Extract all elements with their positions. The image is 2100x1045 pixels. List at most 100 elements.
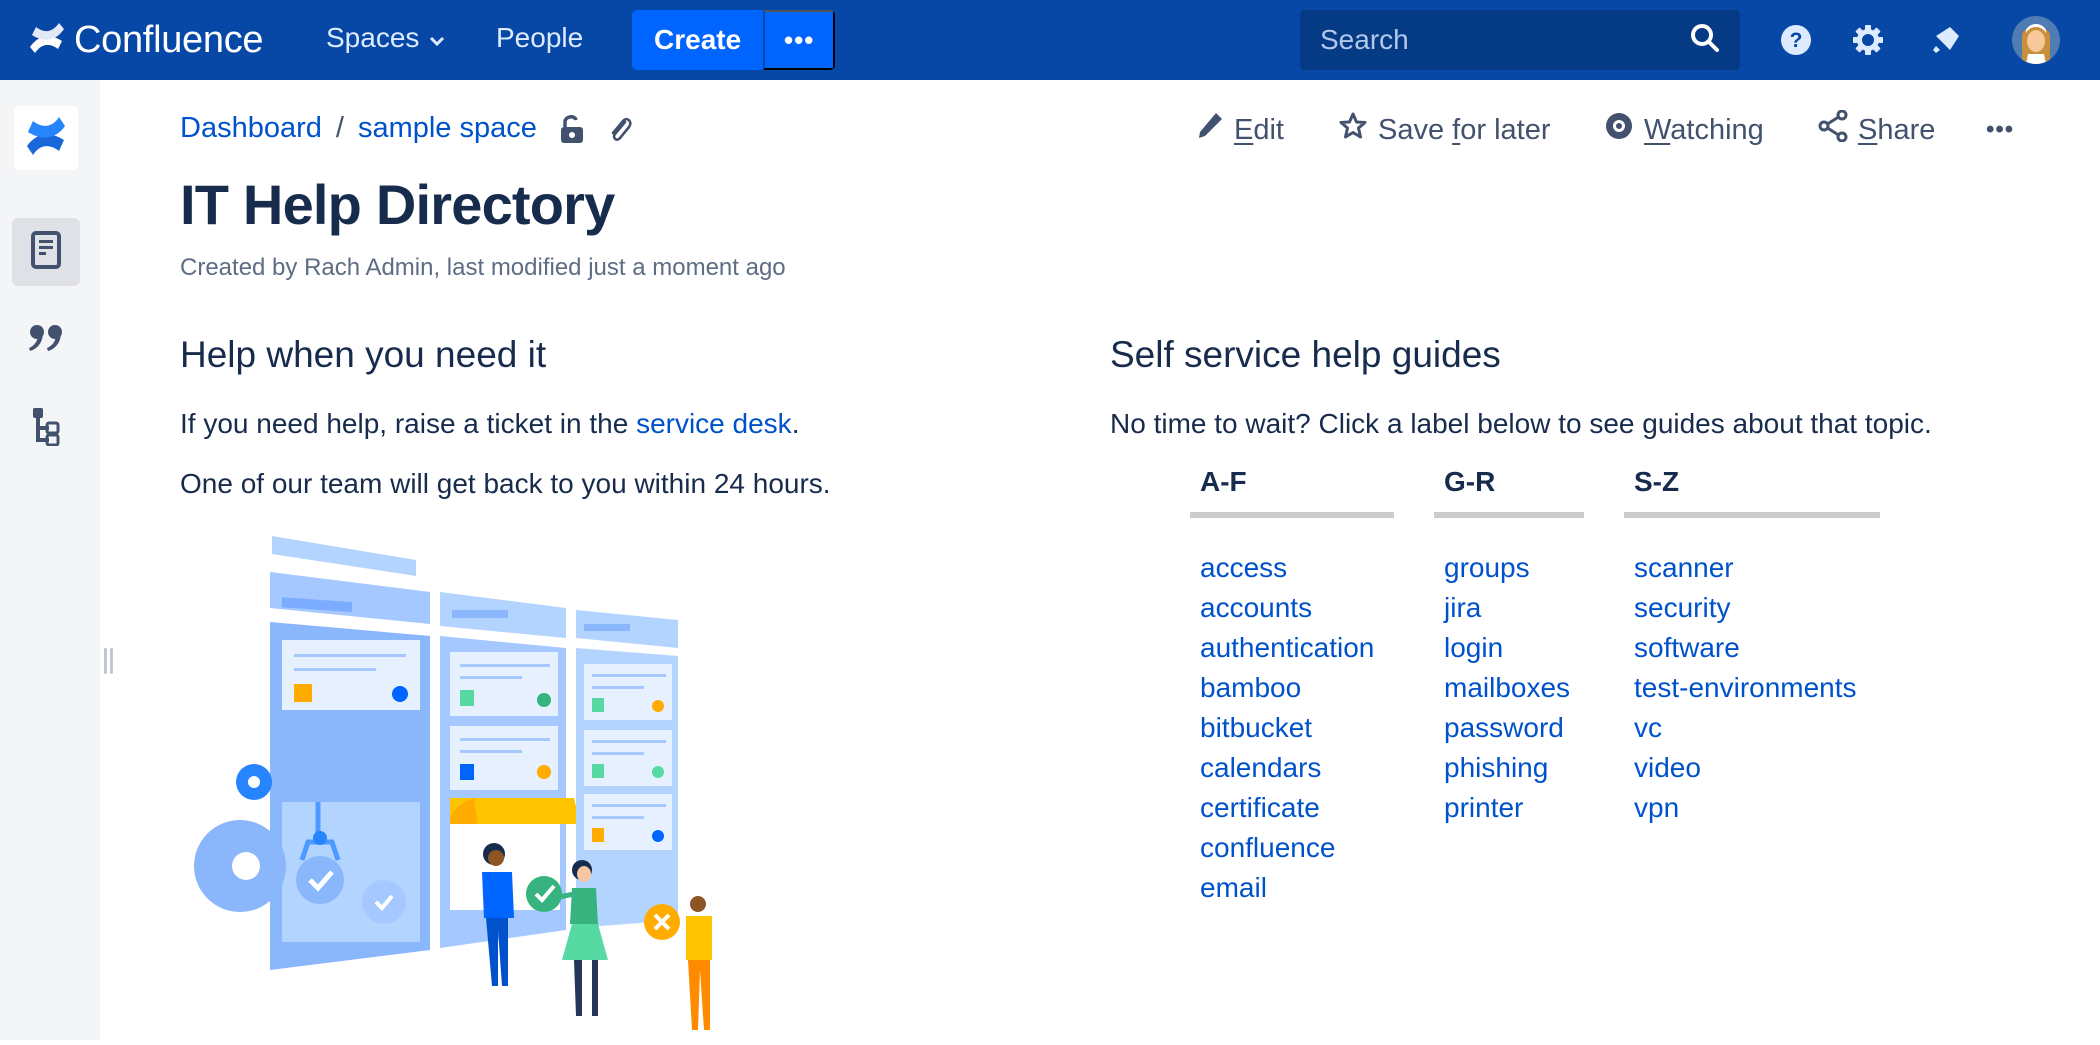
label-link[interactable]: accounts [1200,592,1312,623]
sidebar-item-pages[interactable] [12,218,80,286]
list-item: accounts [1200,588,1394,628]
list-item: software [1634,628,1880,668]
more-actions-button[interactable]: ••• [1986,110,2014,150]
save-for-later-button[interactable]: Save for later [1338,110,1551,150]
confluence-logo-icon [24,115,68,162]
edit-label: Edit [1234,114,1284,147]
create-button-group: Create ••• [632,10,836,70]
label-link[interactable]: email [1200,872,1267,903]
user-avatar[interactable] [2012,16,2060,64]
labels-column-a-f: A-F access accounts authentication bambo… [1190,466,1394,908]
breadcrumb-separator: / [335,112,344,144]
sidebar-item-blog[interactable] [12,306,80,374]
list-item: video [1634,748,1880,788]
list-item: calendars [1200,748,1394,788]
labels-column-g-r: G-R groups jira login mailboxes password… [1434,466,1584,828]
hierarchy-icon [31,406,61,451]
label-link[interactable]: vpn [1634,792,1679,823]
label-link[interactable]: access [1200,552,1287,583]
label-link[interactable]: video [1634,752,1701,783]
attachment-paperclip-icon[interactable] [607,114,633,144]
watching-label-post: atching [1670,113,1764,146]
edit-button[interactable]: Edit [1196,110,1284,150]
search-input[interactable] [1320,24,1690,56]
label-list: access accounts authentication bamboo bi… [1190,548,1394,908]
edit-label-post: dit [1253,113,1284,146]
label-link[interactable]: jira [1444,592,1481,623]
label-link[interactable]: software [1634,632,1740,663]
share-button[interactable]: Share [1818,109,1935,150]
label-link[interactable]: vc [1634,712,1662,743]
list-item: phishing [1444,748,1584,788]
label-link[interactable]: scanner [1634,552,1734,583]
list-item: vc [1634,708,1880,748]
edit-label-accesskey: E [1234,113,1254,146]
list-item: email [1200,868,1394,908]
share-icon [1818,109,1848,150]
space-logo[interactable] [14,106,78,170]
page-title: IT Help Directory [180,173,615,236]
breadcrumb: Dashboard / sample space [180,112,633,145]
watching-label: Watching [1644,114,1764,147]
chevron-down-icon [429,22,445,54]
list-item: groups [1444,548,1584,588]
label-link[interactable]: groups [1444,552,1530,583]
label-link[interactable]: login [1444,632,1503,663]
spaces-label: Spaces [326,22,420,53]
unlocked-padlock-icon[interactable] [559,114,585,144]
breadcrumb-sample-space[interactable]: sample space [358,112,537,145]
column-heading: G-R [1444,466,1496,497]
label-link[interactable]: phishing [1444,752,1548,783]
help-paragraph-text: If you need help, raise a ticket in the [180,408,637,439]
create-more-button[interactable]: ••• [763,10,836,70]
label-link[interactable]: test-environments [1634,672,1857,703]
label-link[interactable]: mailboxes [1444,672,1570,703]
watching-label-accesskey: W [1644,113,1671,146]
share-label: Share [1858,114,1935,147]
label-link[interactable]: calendars [1200,752,1321,783]
space-sidebar [0,80,100,1040]
sidebar-item-page-tree[interactable] [12,394,80,462]
save-label: Save for later [1378,114,1551,147]
search-icon[interactable] [1690,23,1720,58]
label-link[interactable]: confluence [1200,832,1335,863]
settings-gear-icon[interactable] [1848,20,1888,60]
list-item: jira [1444,588,1584,628]
list-item: login [1444,628,1584,668]
labels-column-s-z: S-Z scanner security software test-envir… [1624,466,1880,828]
list-item: mailboxes [1444,668,1584,708]
service-desk-link[interactable]: service desk [636,408,792,439]
label-link[interactable]: printer [1444,792,1523,823]
save-label-post: or later [1460,113,1551,146]
label-link[interactable]: certificate [1200,792,1320,823]
column-heading: A-F [1200,466,1247,497]
quote-icon [28,323,64,358]
label-link[interactable]: authentication [1200,632,1374,663]
help-icon[interactable]: ? [1776,20,1816,60]
notifications-bell-icon[interactable] [1926,20,1966,60]
column-divider [1624,512,1880,518]
brand-name: Confluence [74,18,264,61]
column-divider [1190,512,1394,518]
watching-button[interactable]: Watching [1604,110,1764,150]
breadcrumb-dashboard[interactable]: Dashboard [180,112,322,145]
create-button[interactable]: Create [632,10,764,70]
label-link[interactable]: bamboo [1200,672,1301,703]
label-link[interactable]: bitbucket [1200,712,1312,743]
spaces-menu[interactable]: Spaces [326,22,445,54]
list-item: printer [1444,788,1584,828]
sidebar-resize-handle[interactable] [104,648,114,674]
list-item: test-environments [1634,668,1880,708]
column-heading: S-Z [1634,466,1680,497]
people-link[interactable]: People [496,22,583,54]
confluence-home-link[interactable]: Confluence [28,18,264,62]
label-link[interactable]: security [1634,592,1730,623]
top-navigation: Confluence Spaces People Create ••• ? [0,0,2100,80]
page-icon [31,230,61,274]
search-box [1300,10,1740,70]
svg-text:?: ? [1790,29,1803,52]
response-time-paragraph: One of our team will get back to you wit… [180,468,831,499]
list-item: security [1634,588,1880,628]
share-label-accesskey: S [1858,113,1878,146]
label-link[interactable]: password [1444,712,1564,743]
